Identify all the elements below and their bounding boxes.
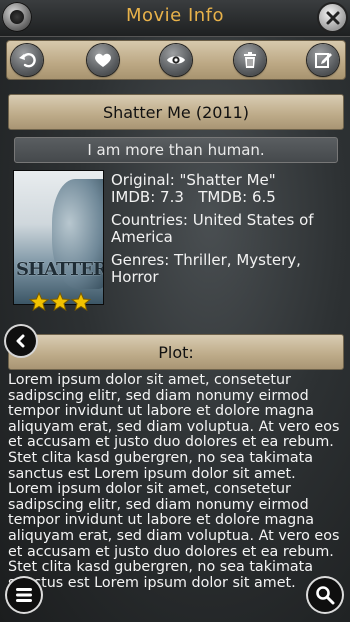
watched-button[interactable] — [160, 44, 192, 76]
collapse-button[interactable] — [6, 326, 36, 356]
movie-info-screen: Movie Info Shatter Me (2011) I am more t… — [0, 0, 350, 622]
plot-label: Plot: — [158, 342, 194, 362]
close-button[interactable] — [319, 4, 346, 31]
delete-button[interactable] — [234, 44, 266, 76]
poster-title-text: SHATTER — [16, 259, 103, 280]
movie-details: Original: "Shatter Me" IMDB: 7.3 TMDB: 6… — [111, 172, 341, 286]
original-title: Original: "Shatter Me" — [111, 171, 276, 189]
star-icon — [29, 292, 49, 312]
movie-poster[interactable]: SHATTER — [14, 171, 103, 304]
heart-icon — [95, 53, 111, 67]
star-icon — [50, 292, 70, 312]
tagline-bar: I am more than human. — [14, 137, 338, 163]
search-button[interactable] — [308, 578, 342, 612]
page-title: Movie Info — [125, 5, 225, 26]
action-toolbar — [6, 40, 346, 80]
menu-button[interactable] — [7, 578, 41, 612]
eye-icon — [167, 56, 185, 64]
countries: Countries: United States of America — [111, 211, 314, 246]
plot-header: Plot: — [8, 334, 344, 370]
back-button[interactable] — [11, 44, 43, 76]
ratings: IMDB: 7.3 TMDB: 6.5 — [111, 188, 276, 206]
plot-text: Lorem ipsum dolor sit amet, consetetur s… — [8, 372, 340, 591]
rating-stars — [29, 292, 91, 312]
chevron-left-icon — [16, 334, 25, 348]
movie-tagline: I am more than human. — [87, 141, 265, 159]
movie-title: Shatter Me (2011) — [102, 102, 250, 122]
star-icon — [71, 292, 91, 312]
favorite-button[interactable] — [87, 44, 119, 76]
close-icon — [326, 11, 339, 24]
search-icon — [316, 586, 335, 605]
trash-icon — [244, 52, 256, 68]
back-icon — [19, 53, 36, 68]
genres: Genres: Thriller, Mystery, Horror — [111, 251, 301, 286]
edit-button[interactable] — [307, 44, 339, 76]
menu-icon — [16, 588, 32, 602]
movie-title-bar: Shatter Me (2011) — [8, 94, 344, 130]
title-bar: Movie Info — [0, 0, 350, 37]
edit-icon — [315, 53, 332, 68]
